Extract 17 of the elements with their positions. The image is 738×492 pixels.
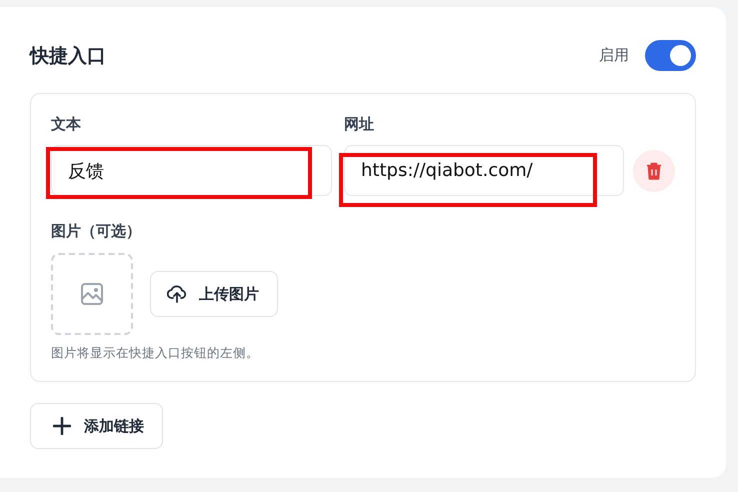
upload-image-button[interactable]: 上传图片: [150, 271, 278, 317]
text-label: 文本: [51, 114, 81, 135]
trash-icon: [646, 162, 662, 180]
enable-switch[interactable]: [645, 40, 696, 71]
add-link-button[interactable]: 添加链接: [30, 403, 163, 449]
image-hint: 图片将显示在快捷入口按钮的左侧。: [51, 344, 259, 362]
cloud-upload-icon: [167, 285, 187, 303]
image-label: 图片（可选）: [51, 221, 141, 241]
enable-label: 启用: [599, 46, 629, 65]
plus-icon: [53, 417, 71, 435]
url-label: 网址: [344, 114, 374, 135]
image-icon: [80, 282, 104, 306]
delete-button[interactable]: [633, 150, 675, 192]
image-placeholder[interactable]: [51, 253, 133, 335]
url-field[interactable]: https://qiabot.com/: [344, 145, 624, 196]
section-title: 快捷入口: [30, 44, 106, 68]
text-field[interactable]: 反馈: [51, 145, 332, 196]
